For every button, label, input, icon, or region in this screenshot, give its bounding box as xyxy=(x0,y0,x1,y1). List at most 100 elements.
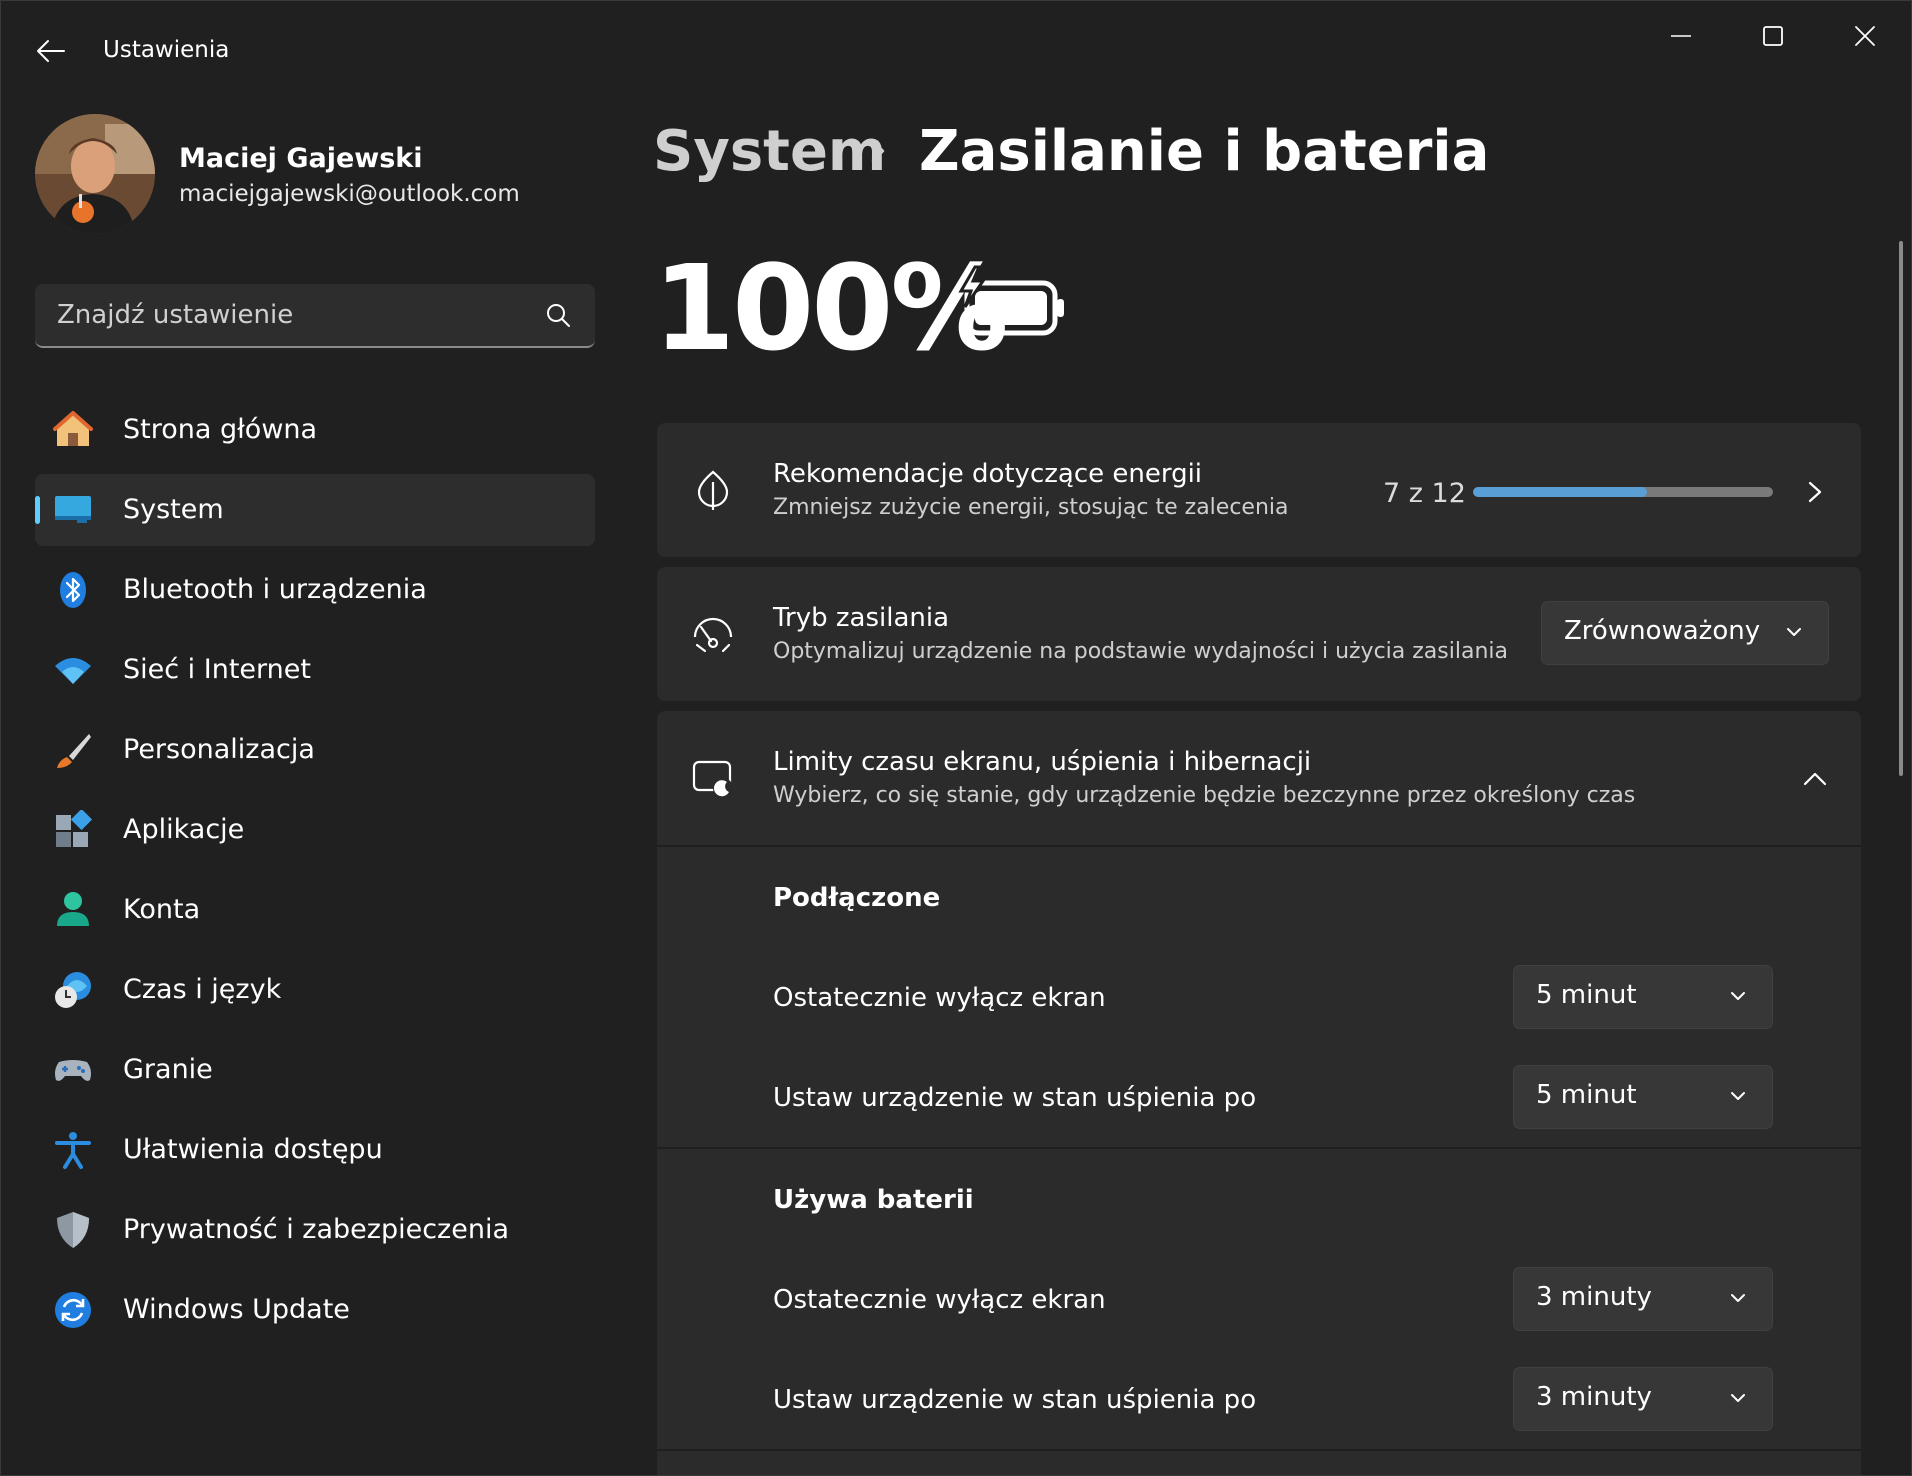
sidebar-item-label: Aplikacje xyxy=(123,814,245,845)
search-icon xyxy=(547,304,570,327)
battery-charging-icon xyxy=(958,265,1064,336)
shield-icon xyxy=(57,1212,89,1248)
chevron-down-icon xyxy=(1787,628,1801,636)
divider xyxy=(657,845,1861,847)
home-icon xyxy=(53,411,93,446)
maximize-button[interactable] xyxy=(1737,11,1809,61)
sidebar-item-label: Bluetooth i urządzenia xyxy=(123,574,427,605)
battery-sleep-label: Ustaw urządzenie w stan uśpienia po xyxy=(773,1385,1257,1415)
minimize-button[interactable] xyxy=(1645,11,1717,61)
card-subtitle: Zmniejsz zużycie energii, stosując te za… xyxy=(773,495,1289,520)
sidebar-item-label: Granie xyxy=(123,1054,213,1085)
plugged-screen-off-label: Ostatecznie wyłącz ekran xyxy=(773,983,1106,1013)
dropdown-selected-value: 3 minuty xyxy=(1536,1382,1652,1412)
sidebar-item-label: Personalizacja xyxy=(123,734,315,765)
accessibility-icon xyxy=(55,1132,91,1169)
plugged-sleep-label: Ustaw urządzenie w stan uśpienia po xyxy=(773,1083,1257,1113)
windows-update-icon xyxy=(55,1292,91,1328)
minimize-icon xyxy=(1671,35,1691,37)
battery-screen-off-label: Ostatecznie wyłącz ekran xyxy=(773,1285,1106,1315)
chevron-right-icon xyxy=(1808,481,1822,503)
sidebar-item-label: System xyxy=(123,494,224,525)
divider xyxy=(657,1147,1861,1149)
screen-sleep-header[interactable]: Limity czasu ekranu, uśpienia i hibernac… xyxy=(657,711,1861,845)
plugged-screen-off-dropdown[interactable]: 5 minut xyxy=(1513,965,1773,1029)
sidebar-item-label: Strona główna xyxy=(123,414,318,445)
brush-icon xyxy=(57,734,91,768)
power-mode-dropdown[interactable]: Zrównoważony xyxy=(1541,601,1829,665)
plugged-sleep-dropdown[interactable]: 5 minut xyxy=(1513,1065,1773,1129)
recommendations-progress-bar xyxy=(1473,487,1773,497)
sidebar-item-network[interactable]: Sieć i Internet xyxy=(35,634,595,706)
breadcrumb-parent[interactable]: System xyxy=(653,119,886,184)
chevron-down-icon xyxy=(1731,1294,1745,1302)
scrollbar[interactable] xyxy=(1899,241,1903,776)
sidebar-item-system[interactable]: System xyxy=(35,474,595,546)
chevron-up-icon xyxy=(1803,772,1827,786)
card-subtitle: Optymalizuj urządzenie na podstawie wyda… xyxy=(773,639,1508,664)
close-icon xyxy=(1855,26,1875,46)
chevron-down-icon xyxy=(1731,1092,1745,1100)
sidebar-item-label: Sieć i Internet xyxy=(123,654,311,685)
search-button[interactable] xyxy=(545,302,573,330)
divider xyxy=(657,1449,1861,1451)
recommendations-count: 7 z 12 xyxy=(1383,478,1466,509)
apps-icon xyxy=(56,810,93,847)
time-language-icon xyxy=(55,972,91,1008)
sidebar-item-windows-update[interactable]: Windows Update xyxy=(35,1274,595,1346)
sidebar-item-privacy[interactable]: Prywatność i zabezpieczenia xyxy=(35,1194,595,1266)
dropdown-selected-value: Zrównoważony xyxy=(1564,616,1761,646)
sidebar-item-label: Windows Update xyxy=(123,1294,350,1325)
screen-sleep-icon xyxy=(692,760,733,798)
app-title: Ustawienia xyxy=(103,37,230,63)
card-subtitle: Wybierz, co się stanie, gdy urządzenie b… xyxy=(773,783,1636,808)
title-bar: Ustawienia xyxy=(1,1,1911,101)
avatar[interactable] xyxy=(35,114,155,234)
sidebar-item-personalization[interactable]: Personalizacja xyxy=(35,714,595,786)
active-indicator xyxy=(35,496,40,524)
sidebar-item-apps[interactable]: Aplikacje xyxy=(35,794,595,866)
arrow-left-icon xyxy=(37,40,65,62)
sidebar-item-label: Prywatność i zabezpieczenia xyxy=(123,1214,509,1245)
sidebar-item-accounts[interactable]: Konta xyxy=(35,874,595,946)
dropdown-selected-value: 5 minut xyxy=(1536,1080,1637,1110)
battery-screen-off-dropdown[interactable]: 3 minuty xyxy=(1513,1267,1773,1331)
card-title: Tryb zasilania xyxy=(773,603,950,633)
wifi-icon xyxy=(55,658,91,684)
settings-window: Ustawienia Maciej Gajewski maciejgajewsk… xyxy=(0,0,1912,1476)
bluetooth-icon xyxy=(60,572,86,608)
plugged-in-heading: Podłączone xyxy=(773,883,941,913)
card-title: Limity czasu ekranu, uśpienia i hibernac… xyxy=(773,747,1312,777)
energy-recommendations-card[interactable]: Rekomendacje dotyczące energii Zmniejsz … xyxy=(657,423,1861,557)
chevron-down-icon xyxy=(1731,1394,1745,1402)
sidebar-item-accessibility[interactable]: Ułatwienia dostępu xyxy=(35,1114,595,1186)
power-mode-gauge-icon xyxy=(693,617,733,653)
sidebar-item-label: Czas i język xyxy=(123,974,282,1005)
dropdown-selected-value: 3 minuty xyxy=(1536,1282,1652,1312)
page-title: Zasilanie i bateria xyxy=(919,119,1490,184)
battery-sleep-dropdown[interactable]: 3 minuty xyxy=(1513,1367,1773,1431)
close-button[interactable] xyxy=(1829,11,1901,61)
sidebar-item-bluetooth[interactable]: Bluetooth i urządzenia xyxy=(35,554,595,626)
sidebar-item-label: Konta xyxy=(123,894,201,925)
on-battery-heading: Używa baterii xyxy=(773,1185,974,1215)
leaf-icon xyxy=(697,470,729,510)
search-box xyxy=(35,284,595,348)
dropdown-selected-value: 5 minut xyxy=(1536,980,1637,1010)
gamepad-icon xyxy=(55,1060,91,1081)
power-mode-card: Tryb zasilania Optymalizuj urządzenie na… xyxy=(657,567,1861,701)
sidebar-item-gaming[interactable]: Granie xyxy=(35,1034,595,1106)
system-display-icon xyxy=(55,496,91,523)
sidebar-item-time-language[interactable]: Czas i język xyxy=(35,954,595,1026)
user-name: Maciej Gajewski xyxy=(179,143,423,174)
sidebar-item-label: Ułatwienia dostępu xyxy=(123,1134,383,1165)
account-icon xyxy=(57,892,89,926)
search-input[interactable] xyxy=(35,284,595,346)
progress-fill xyxy=(1473,487,1647,497)
maximize-icon xyxy=(1763,26,1783,46)
screen-sleep-timeouts-card: Limity czasu ekranu, uśpienia i hibernac… xyxy=(657,711,1861,1475)
user-email: maciejgajewski@outlook.com xyxy=(179,181,520,207)
back-button[interactable] xyxy=(31,31,71,71)
chevron-right-icon xyxy=(871,139,885,163)
sidebar-item-home[interactable]: Strona główna xyxy=(35,394,595,466)
